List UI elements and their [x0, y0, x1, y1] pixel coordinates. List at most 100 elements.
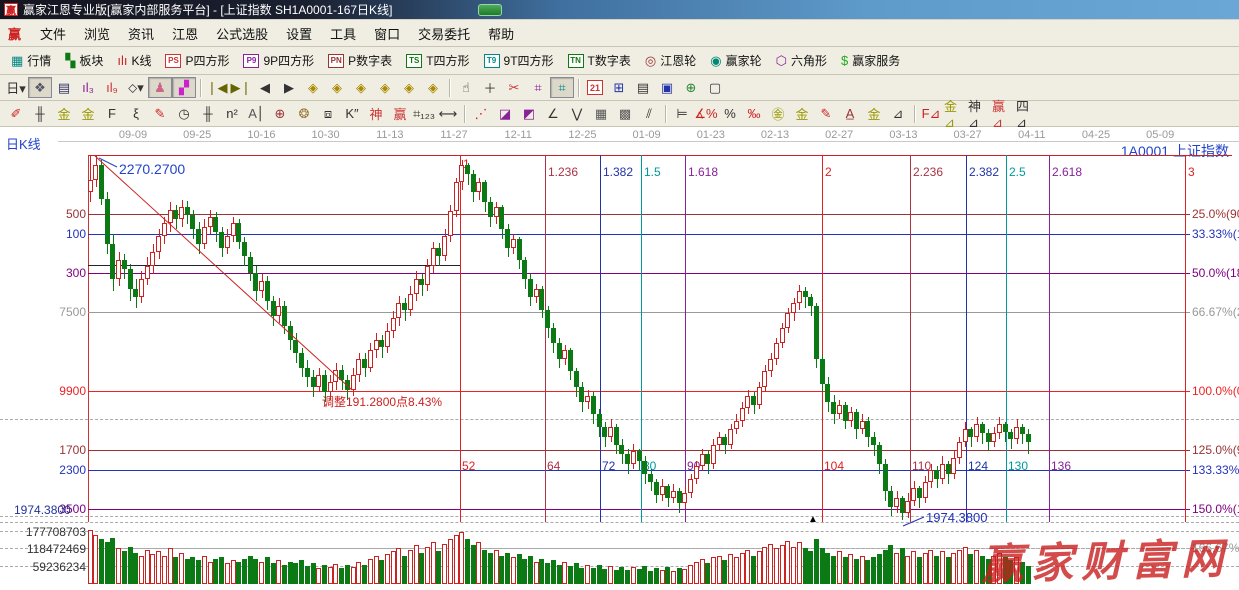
- gold-level-tool[interactable]: 金: [790, 103, 814, 124]
- menu-item-4[interactable]: 公式选股: [207, 21, 277, 46]
- gann-lines-tool[interactable]: ╫: [28, 103, 52, 124]
- info-panel-button[interactable]: ▤: [52, 77, 76, 98]
- kline-period-dropdown[interactable]: 日▾: [4, 77, 28, 98]
- zoom-out-left-button[interactable]: ◈: [301, 77, 325, 98]
- compress-v-button[interactable]: ◈: [397, 77, 421, 98]
- n2-tool[interactable]: n²: [220, 103, 244, 124]
- shen-angle-tool[interactable]: 神⊿: [967, 103, 991, 124]
- menu-item-2[interactable]: 资讯: [119, 21, 163, 46]
- permille-tool[interactable]: ‰: [742, 103, 766, 124]
- quotes-button[interactable]: ▦行情: [4, 49, 58, 72]
- angle-f-tool[interactable]: ⊿: [886, 103, 910, 124]
- expand-all-button[interactable]: ◈: [421, 77, 445, 98]
- spiral-tool[interactable]: ξ: [124, 103, 148, 124]
- clock-tool[interactable]: ◷: [172, 103, 196, 124]
- zoom-in-right-button[interactable]: ◈: [325, 77, 349, 98]
- menu-item-8[interactable]: 交易委托: [409, 21, 479, 46]
- p-square-button[interactable]: PSP四方形: [158, 49, 236, 72]
- t-square-button[interactable]: TST四方形: [399, 49, 476, 72]
- gann-lines2-tool[interactable]: ╫: [196, 103, 220, 124]
- four-angle-tool[interactable]: 四⊿: [1015, 103, 1039, 124]
- fan-box2-tool[interactable]: ◩: [517, 103, 541, 124]
- gold-level2-tool[interactable]: 金: [862, 103, 886, 124]
- volume-bar: [539, 559, 544, 585]
- 9p-square-button[interactable]: P99P四方形: [236, 49, 321, 72]
- bars9-button[interactable]: ıl₉: [100, 77, 124, 98]
- gann-wheel-button[interactable]: ◎江恩轮: [638, 49, 703, 72]
- f-angle-tool[interactable]: F⊿: [919, 103, 943, 124]
- grid-dark-tool[interactable]: ▦: [589, 103, 613, 124]
- hexagon-button[interactable]: ⬡六角形: [769, 49, 834, 72]
- menu-item-3[interactable]: 江恩: [163, 21, 207, 46]
- next-button[interactable]: ▶: [277, 77, 301, 98]
- slash-lines-tool[interactable]: ⫽: [637, 103, 661, 124]
- calendar-button[interactable]: 21: [583, 77, 607, 98]
- a-percent-tool[interactable]: A̲: [838, 103, 862, 124]
- notepad-button[interactable]: ▤: [631, 77, 655, 98]
- menu-item-5[interactable]: 设置: [277, 21, 321, 46]
- percent-tool[interactable]: %: [718, 103, 742, 124]
- menu-item-0[interactable]: 文件: [31, 21, 75, 46]
- menu-item-9[interactable]: 帮助: [479, 21, 523, 46]
- prev-button[interactable]: ◀: [253, 77, 277, 98]
- span-tool[interactable]: ⟷: [436, 103, 460, 124]
- title-green-indicator[interactable]: [478, 4, 502, 16]
- cut-button[interactable]: ✂: [502, 77, 526, 98]
- star-circle-tool[interactable]: ❂: [292, 103, 316, 124]
- fan-red-tool[interactable]: ⋰: [469, 103, 493, 124]
- bars3-button[interactable]: ıl₃: [76, 77, 100, 98]
- scale-tool[interactable]: ⊨: [670, 103, 694, 124]
- last-page-button[interactable]: ▶❘: [229, 77, 253, 98]
- expand-h-button[interactable]: ◈: [349, 77, 373, 98]
- gann-level-label: 33.33%(120): [1192, 227, 1239, 241]
- 9t-square-button[interactable]: T99T四方形: [477, 49, 561, 72]
- menu-item-7[interactable]: 窗口: [365, 21, 409, 46]
- net-teal-button[interactable]: ⌗: [550, 77, 574, 98]
- ying-angle-tool[interactable]: 赢⊿: [991, 103, 1015, 124]
- gold-grid2-tool[interactable]: 金: [76, 103, 100, 124]
- brush2-tool[interactable]: ✎: [148, 103, 172, 124]
- save-button[interactable]: ▣: [655, 77, 679, 98]
- candle-style-dropdown[interactable]: ⬦▾: [124, 77, 148, 98]
- pattern-mode-button[interactable]: ❖: [28, 77, 52, 98]
- hand-button[interactable]: ☝: [454, 77, 478, 98]
- export-button[interactable]: ⊕: [679, 77, 703, 98]
- brush-tool[interactable]: ✐: [4, 103, 28, 124]
- gann-fan-circle-tool[interactable]: ⊕: [268, 103, 292, 124]
- p-table-button[interactable]: PNP数字表: [321, 49, 399, 72]
- ying-tool[interactable]: 赢: [388, 103, 412, 124]
- gold-circle-tool[interactable]: ㊎: [766, 103, 790, 124]
- menu-item-1[interactable]: 浏览: [75, 21, 119, 46]
- f-grid-tool[interactable]: F: [100, 103, 124, 124]
- candle: [631, 451, 636, 463]
- kline-button[interactable]: ılıK线: [110, 49, 158, 72]
- chart-canvas[interactable]: 日K线 1A0001 上证指数 09-0909-2510-1610-3011-1…: [0, 127, 1239, 589]
- net-purple-button[interactable]: ⌗: [526, 77, 550, 98]
- ruler-tool[interactable]: ⌗₁₂₃: [412, 103, 436, 124]
- shen-tool[interactable]: 神: [364, 103, 388, 124]
- trend-pen-tool[interactable]: ✎: [814, 103, 838, 124]
- candle: [173, 210, 178, 220]
- gold-angle-tool[interactable]: 金⊿: [943, 103, 967, 124]
- v-lines-tool[interactable]: ⋁: [565, 103, 589, 124]
- angle-lines-tool[interactable]: ∠: [541, 103, 565, 124]
- first-page-button[interactable]: ❘◀: [205, 77, 229, 98]
- gold-grid-tool[interactable]: 金: [52, 103, 76, 124]
- compress-h-button[interactable]: ◈: [373, 77, 397, 98]
- t-table-button[interactable]: TNT数字表: [561, 49, 638, 72]
- fan-box-tool[interactable]: ◪: [493, 103, 517, 124]
- winner-service-button[interactable]: $赢家服务: [834, 49, 907, 72]
- menu-item-6[interactable]: 工具: [321, 21, 365, 46]
- grid-dark2-tool[interactable]: ▩: [613, 103, 637, 124]
- winner-wheel-button[interactable]: ◉赢家轮: [703, 49, 768, 72]
- color-chart-button[interactable]: ▞: [172, 77, 196, 98]
- sectors-button[interactable]: ▚板块: [58, 49, 110, 72]
- percent-angle-tool[interactable]: ∡%: [694, 103, 718, 124]
- square-circle-tool[interactable]: ⧈: [316, 103, 340, 124]
- calculator-button[interactable]: ⊞: [607, 77, 631, 98]
- angle-tool[interactable]: A⎮: [244, 103, 268, 124]
- print-button[interactable]: ▢: [703, 77, 727, 98]
- figure-button[interactable]: ♟: [148, 77, 172, 98]
- crosshair-button[interactable]: ＋: [478, 77, 502, 98]
- k-mark-tool[interactable]: K″: [340, 103, 364, 124]
